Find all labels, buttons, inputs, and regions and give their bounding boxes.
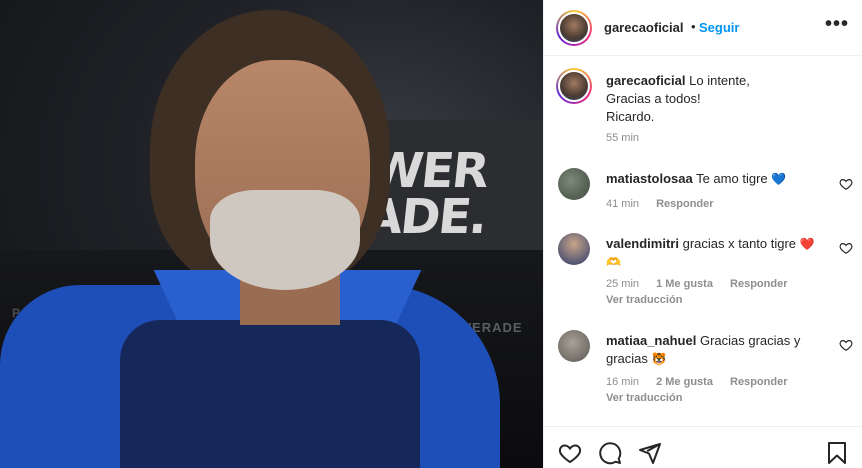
comment-meta: 25 min 1 Me gusta Responder [606, 278, 801, 290]
comment-likes[interactable]: 2 Me gusta [656, 376, 713, 388]
separator-dot: • [691, 19, 696, 34]
heart-hands-emoji: 🫶 [606, 255, 621, 269]
see-translation-link[interactable]: Ver traducción [606, 294, 682, 306]
comment-time[interactable]: 25 min [606, 278, 639, 290]
heart-icon[interactable] [558, 441, 582, 465]
bookmark-icon[interactable] [825, 441, 849, 465]
follow-button[interactable]: Seguir [699, 20, 739, 35]
comment-icon[interactable] [598, 441, 622, 465]
caption-line-3: Ricardo. [606, 109, 655, 124]
person-vest [120, 320, 420, 468]
post-header: garecaoficial • Seguir ••• [544, 0, 862, 56]
commenter-avatar[interactable] [558, 233, 590, 265]
share-icon[interactable] [638, 441, 662, 465]
post-action-bar [544, 426, 862, 468]
comment-text: matiastolosaa Te amo tigre 💙 [606, 170, 828, 188]
comment-username[interactable]: matiaa_nahuel [606, 333, 696, 348]
comment-time[interactable]: 16 min [606, 376, 639, 388]
caption-timestamp[interactable]: 55 min [606, 132, 639, 144]
like-comment-heart-icon[interactable] [839, 241, 853, 255]
comment-body: gracias x tanto tigre [682, 236, 797, 251]
reply-button[interactable]: Responder [730, 278, 787, 290]
blue-heart-emoji: 💙 [771, 172, 787, 186]
commenter-avatar[interactable] [558, 168, 590, 200]
like-comment-heart-icon[interactable] [839, 338, 853, 352]
comment-time[interactable]: 41 min [606, 198, 639, 210]
person-beard [210, 190, 360, 290]
caption-text: garecaoficial Lo intente, Gracias a todo… [606, 72, 846, 126]
reply-button[interactable]: Responder [656, 198, 713, 210]
comment-username[interactable]: matiastolosaa [606, 171, 693, 186]
reply-button[interactable]: Responder [730, 376, 787, 388]
comment-likes[interactable]: 1 Me gusta [656, 278, 713, 290]
comment-meta: 16 min 2 Me gusta Responder [606, 376, 801, 388]
post-side-panel: garecaoficial • Seguir ••• garecaoficial… [543, 0, 862, 468]
commenter-avatar[interactable] [558, 330, 590, 362]
caption-avatar[interactable] [556, 68, 592, 104]
caption-line-1: Lo intente, [689, 73, 750, 88]
comment-body: Te amo tigre [696, 171, 768, 186]
like-comment-heart-icon[interactable] [839, 177, 853, 191]
tiger-emoji: 🐯 [651, 352, 667, 366]
author-avatar[interactable] [556, 10, 592, 46]
red-heart-emoji: ❤️ [799, 237, 815, 251]
post-image[interactable]: WER ADE. POWERADE P [0, 0, 543, 468]
more-options-icon[interactable]: ••• [825, 14, 849, 34]
comment-meta: 41 min Responder [606, 198, 728, 210]
comment-username[interactable]: valendimitri [606, 236, 679, 251]
caption-username[interactable]: garecaoficial [606, 73, 686, 88]
see-translation-link[interactable]: Ver traducción [606, 392, 682, 404]
comment-text: matiaa_nahuel Gracias gracias y gracias … [606, 332, 828, 368]
author-username[interactable]: garecaoficial [604, 20, 684, 35]
comment-text: valendimitri gracias x tanto tigre ❤️ 🫶 [606, 235, 828, 271]
caption-line-2: Gracias a todos! [606, 91, 701, 106]
